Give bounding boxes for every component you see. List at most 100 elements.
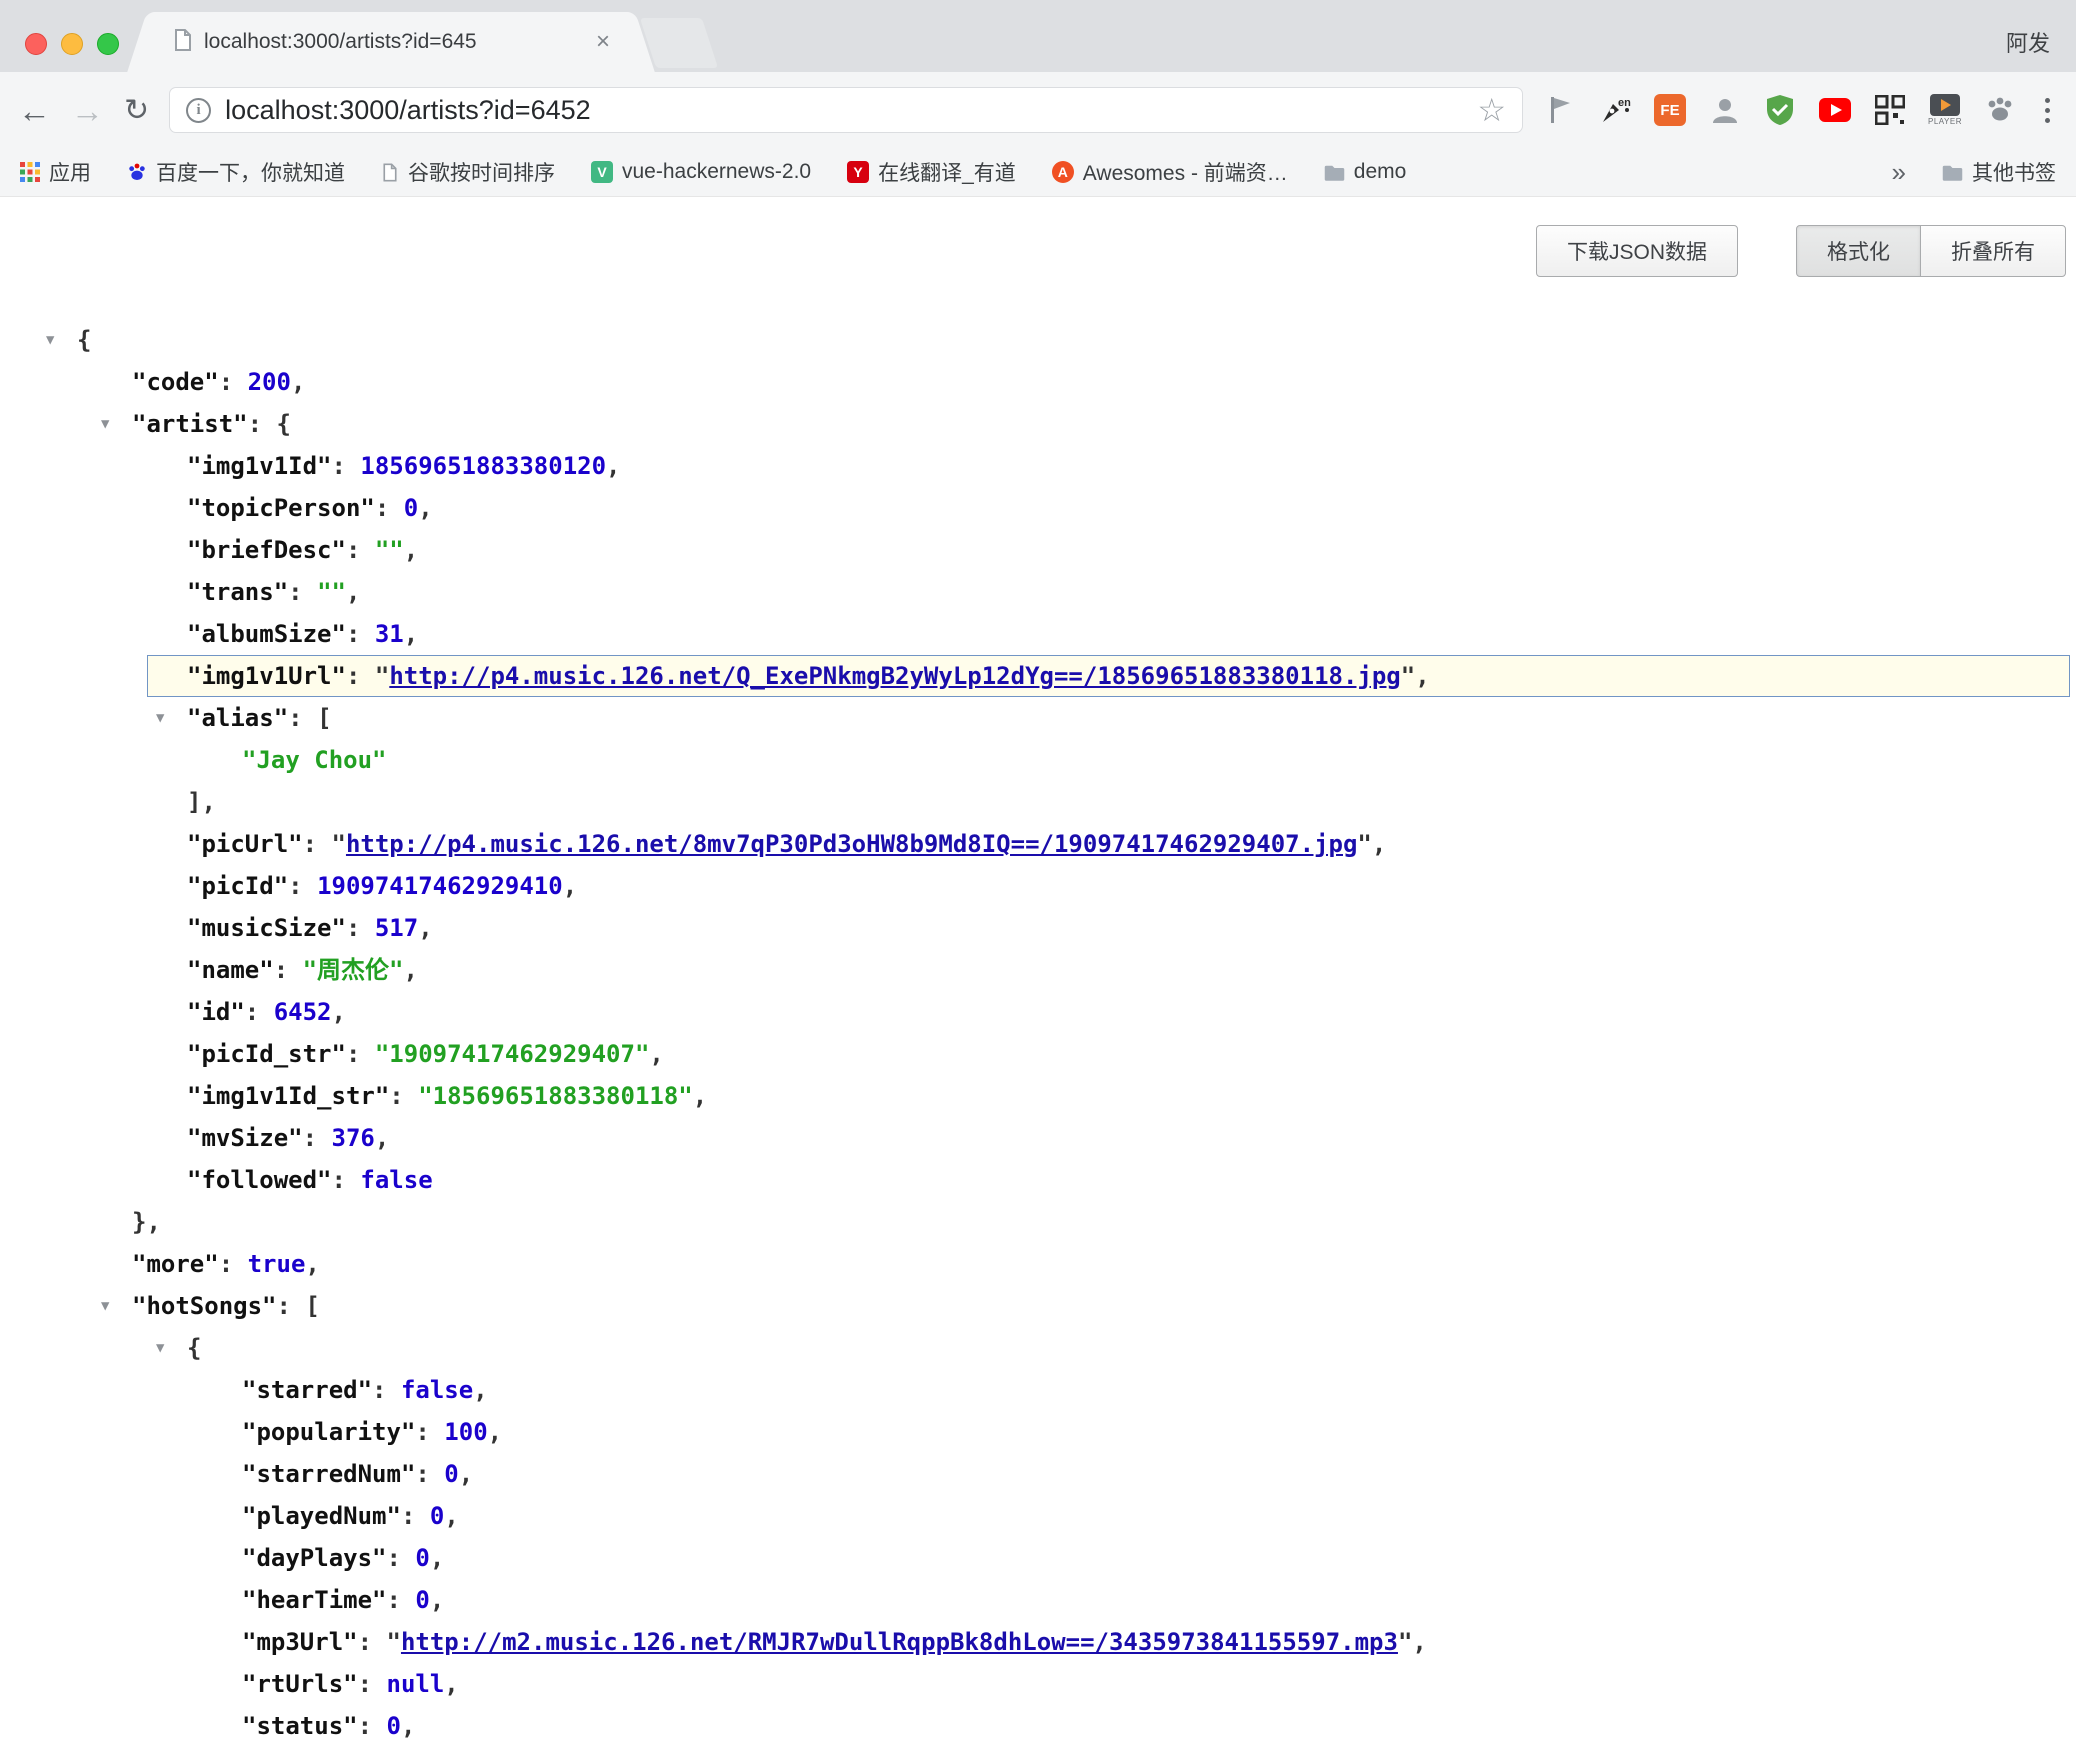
collapse-arrow-icon[interactable]: ▼ (156, 1327, 164, 1369)
json-token: "popularity" (242, 1418, 415, 1446)
json-token: "starredNum" (242, 1460, 415, 1488)
youdao-icon: Y (847, 161, 869, 183)
tab-close-icon[interactable]: × (596, 28, 610, 56)
json-line: "dayPlays": 0, (0, 1537, 2076, 1579)
other-bookmarks-folder[interactable]: 其他书签 (1942, 157, 2056, 187)
json-token: "" (375, 536, 404, 564)
json-link[interactable]: http://m2.music.126.net/RMJR7wDullRqppBk… (401, 1628, 1398, 1656)
json-link[interactable]: http://p4.music.126.net/Q_ExePNkmgB2yWyL… (389, 662, 1400, 690)
json-token: : (219, 1250, 248, 1278)
json-token: "rtUrls" (242, 1670, 358, 1698)
json-token: [ (305, 1292, 319, 1320)
bookmark-google-sort[interactable]: 谷歌按时间排序 (381, 157, 555, 187)
format-collapse-group: 格式化 折叠所有 (1796, 225, 2066, 277)
json-line: "rtUrls": null, (0, 1663, 2076, 1705)
json-token: , (563, 872, 577, 900)
json-token: : (303, 1124, 332, 1152)
bookmark-awesomes[interactable]: A Awesomes - 前端资… (1052, 157, 1288, 187)
bookmark-youdao-translate[interactable]: Y 在线翻译_有道 (847, 157, 1016, 187)
collapse-arrow-icon[interactable]: ▼ (156, 697, 164, 739)
json-token: true (248, 1250, 306, 1278)
json-line: "starredNum": 0, (0, 1453, 2076, 1495)
browser-window: localhost:3000/artists?id=645 × 阿发 ← → ↻… (0, 0, 2076, 1754)
bookmark-apps[interactable]: 应用 (20, 157, 91, 187)
format-button[interactable]: 格式化 (1796, 225, 1921, 277)
json-line: "musicSize": 517, (0, 907, 2076, 949)
profile-extension-icon[interactable] (1708, 93, 1742, 127)
collapse-arrow-icon[interactable]: ▼ (46, 319, 54, 361)
reload-button[interactable]: ↻ (124, 93, 149, 128)
paw-extension-icon[interactable] (1983, 93, 2017, 127)
json-token: "trans" (187, 578, 288, 606)
json-token: : (288, 872, 317, 900)
json-token: , (418, 914, 432, 942)
json-link[interactable]: http://p4.music.126.net/8mv7qP30Pd3oHW8b… (346, 830, 1357, 858)
json-token: , (606, 452, 620, 480)
json-token: "playedNum" (242, 1502, 401, 1530)
svg-text:en: en (1618, 97, 1631, 109)
close-window-button[interactable] (25, 33, 47, 55)
json-token: , (1372, 830, 1386, 858)
back-button[interactable]: ← (18, 94, 51, 127)
json-token: false (401, 1376, 473, 1404)
bookmarks-overflow-icon[interactable]: » (1892, 157, 1906, 188)
translate-pen-extension-icon[interactable]: en (1598, 93, 1632, 127)
youtube-extension-icon[interactable] (1818, 93, 1852, 127)
json-line: ], (0, 781, 2076, 823)
json-token: "img1v1Url" (187, 662, 346, 690)
json-token: , (488, 1418, 502, 1446)
json-token: "hearTime" (242, 1586, 387, 1614)
address-bar[interactable]: i localhost:3000/artists?id=6452 ☆ (169, 87, 1523, 133)
site-info-icon[interactable]: i (186, 98, 211, 123)
json-token: 6452 (274, 998, 332, 1026)
json-token: 0 (387, 1712, 401, 1740)
json-line: "trans": "", (0, 571, 2076, 613)
json-token: 0 (415, 1544, 429, 1572)
browser-tab[interactable]: localhost:3000/artists?id=645 × (152, 12, 630, 72)
bookmark-baidu[interactable]: 百度一下，你就知道 (127, 157, 345, 187)
json-token: , (332, 998, 346, 1026)
json-token: , (346, 578, 360, 606)
bookmark-demo-folder[interactable]: demo (1324, 160, 1407, 184)
json-token: : (372, 1376, 401, 1404)
json-token: null (387, 1670, 445, 1698)
json-token: "followed" (187, 1166, 332, 1194)
browser-menu-icon[interactable] (2037, 98, 2058, 123)
fehelper-extension-icon[interactable]: FE (1653, 93, 1687, 127)
qrcode-extension-icon[interactable] (1873, 93, 1907, 127)
json-token: "id" (187, 998, 245, 1026)
json-token: "picUrl" (187, 830, 303, 858)
json-line: "albumSize": 31, (0, 613, 2076, 655)
shield-extension-icon[interactable] (1763, 93, 1797, 127)
profile-name: 阿发 (2006, 26, 2050, 58)
json-token: : (219, 368, 248, 396)
json-token: "more" (132, 1250, 219, 1278)
json-token: : (303, 830, 332, 858)
bookmark-vue-hackernews[interactable]: V vue-hackernews-2.0 (591, 160, 811, 184)
minimize-window-button[interactable] (61, 33, 83, 55)
json-token: : (346, 536, 375, 564)
json-line: "hearTime": 0, (0, 1579, 2076, 1621)
json-line: "img1v1Id_str": "18569651883380118", (0, 1075, 2076, 1117)
baidu-paw-icon (127, 162, 147, 182)
new-tab-button[interactable] (640, 18, 718, 68)
collapse-arrow-icon[interactable]: ▼ (101, 1285, 109, 1327)
json-line: "topicPerson": 0, (0, 487, 2076, 529)
flag-extension-icon[interactable] (1543, 93, 1577, 127)
json-token: , (459, 1460, 473, 1488)
json-line: ▼{ (0, 1327, 2076, 1369)
collapse-arrow-icon[interactable]: ▼ (101, 403, 109, 445)
json-line: "copyFrom": "", (0, 1747, 2076, 1753)
player-extension-icon[interactable]: PLAYER (1928, 93, 1962, 127)
collapse-all-button[interactable]: 折叠所有 (1920, 225, 2066, 277)
json-token: false (360, 1166, 432, 1194)
json-token: { (277, 410, 291, 438)
json-line: "picId": 19097417462929410, (0, 865, 2076, 907)
json-line: "id": 6452, (0, 991, 2076, 1033)
download-json-button[interactable]: 下载JSON数据 (1536, 225, 1738, 277)
forward-button[interactable]: → (71, 94, 104, 127)
bookmark-star-icon[interactable]: ☆ (1477, 94, 1506, 126)
fullscreen-window-button[interactable] (97, 33, 119, 55)
json-line: "starred": false, (0, 1369, 2076, 1411)
json-token: "status" (242, 1712, 358, 1740)
